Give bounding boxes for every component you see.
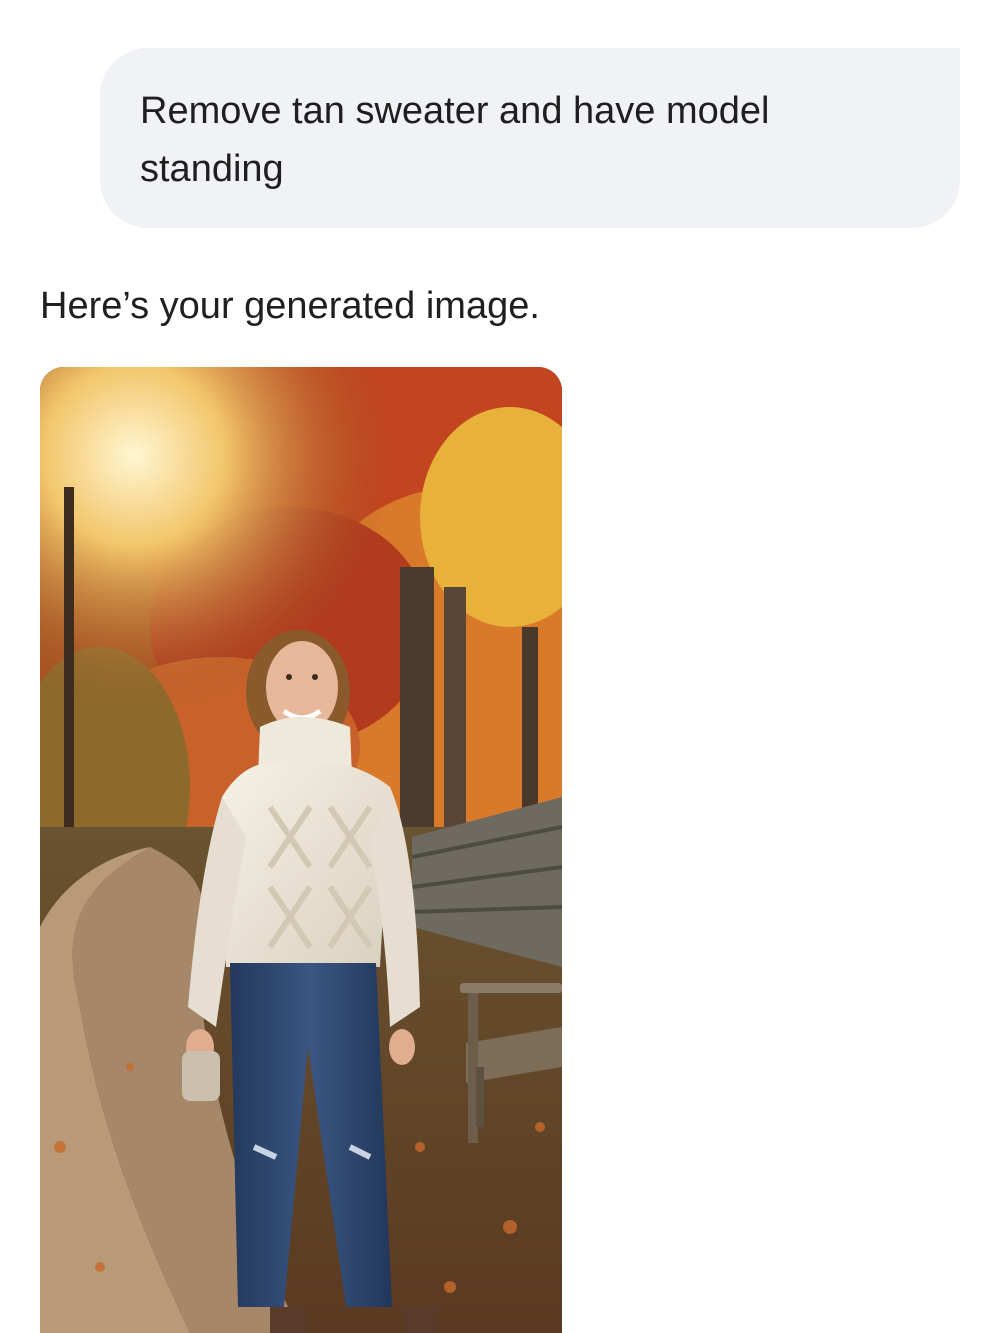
user-message-text: Remove tan sweater and have model standi… xyxy=(140,90,770,190)
generated-image[interactable] xyxy=(40,367,562,1333)
assistant-reply-text: Here’s your generated image. xyxy=(40,285,540,327)
user-message-bubble: Remove tan sweater and have model standi… xyxy=(100,48,960,228)
generated-image-illustration xyxy=(40,367,562,1333)
